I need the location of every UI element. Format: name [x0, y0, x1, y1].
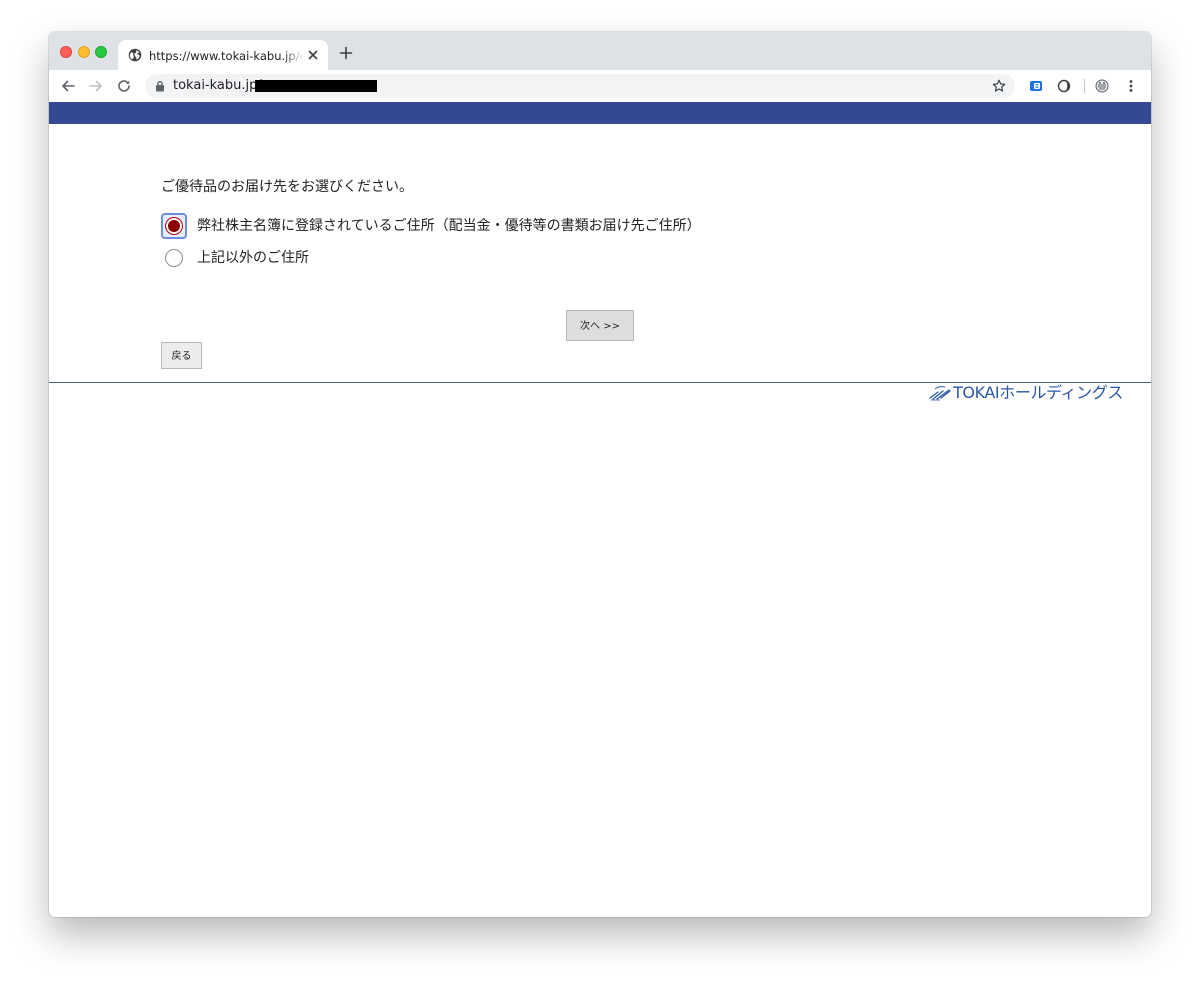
browser-tab[interactable]: https://www.tokai-kabu.jp/orca	[118, 40, 328, 70]
radio-label-other[interactable]: 上記以外のご住所	[197, 249, 309, 267]
close-window-button[interactable]	[60, 46, 72, 58]
url-redaction	[255, 80, 377, 92]
tab-strip: https://www.tokai-kabu.jp/orca	[49, 32, 1151, 70]
next-button[interactable]: 次へ >>	[566, 310, 634, 341]
url-text: tokai-kabu.jp/	[173, 78, 262, 93]
star-icon[interactable]	[992, 79, 1006, 93]
page-prompt: ご優待品のお届け先をお選びください。	[161, 179, 413, 195]
tab-title: https://www.tokai-kabu.jp/orca	[149, 49, 302, 63]
back-button[interactable]: 戻る	[161, 342, 202, 369]
reload-icon[interactable]	[116, 78, 132, 94]
lock-icon	[156, 80, 164, 92]
maximize-window-button[interactable]	[95, 46, 107, 58]
extension-icon-1[interactable]	[1028, 78, 1044, 94]
minimize-window-button[interactable]	[78, 46, 90, 58]
tokai-logo-mark-icon	[929, 386, 951, 401]
tokai-logo: TOKAIホールディングス	[929, 383, 1123, 403]
browser-toolbar: tokai-kabu.jp/	[49, 70, 1151, 103]
page-header-bar	[49, 102, 1151, 124]
arrow-right-icon[interactable]	[88, 78, 104, 94]
globe-icon	[128, 48, 142, 62]
close-icon[interactable]	[306, 48, 320, 62]
radio-other-address[interactable]	[165, 249, 183, 267]
new-tab-button[interactable]	[339, 46, 353, 60]
toolbar-separator	[1084, 79, 1085, 93]
address-bar[interactable]: tokai-kabu.jp/	[145, 74, 1015, 98]
kebab-menu-icon[interactable]	[1123, 78, 1139, 94]
browser-window: https://www.tokai-kabu.jp/orca toka	[49, 32, 1151, 917]
tokai-logo-text: TOKAIホールディングス	[953, 383, 1123, 402]
arrow-left-icon[interactable]	[60, 78, 76, 94]
radio-registered-address[interactable]	[165, 217, 183, 235]
radio-label-registered[interactable]: 弊社株主名簿に登録されているご住所（配当金・優待等の書類お届け先ご住所）	[197, 217, 701, 235]
extension-icon-3[interactable]	[1094, 78, 1110, 94]
tab-title-fade	[282, 46, 304, 64]
extension-icon-2[interactable]	[1056, 78, 1072, 94]
